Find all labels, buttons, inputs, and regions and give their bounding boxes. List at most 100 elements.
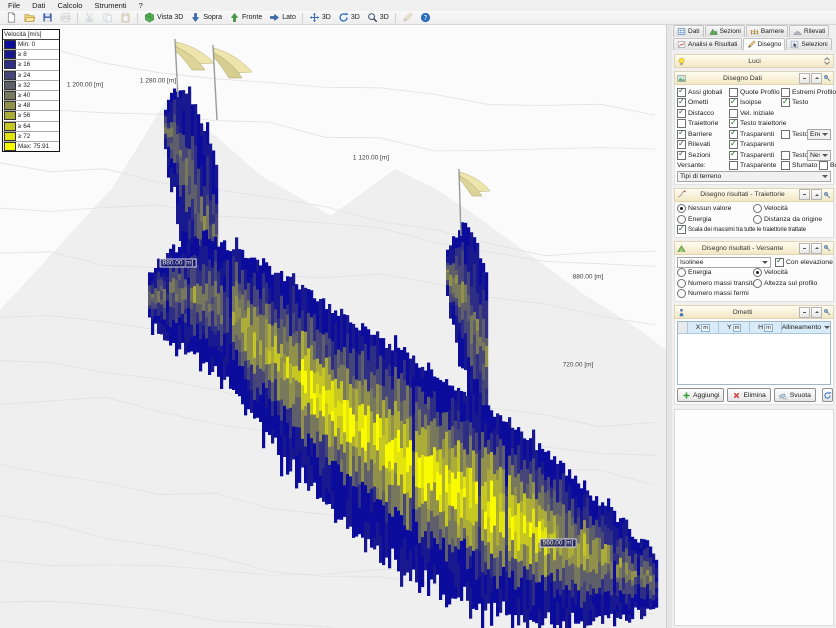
- section-header-ometti[interactable]: Ometti: [674, 305, 834, 319]
- checkbox-assi-globali[interactable]: Assi globali: [677, 88, 729, 97]
- checkbox-scala-dei-massimi-tra-tutte-le-traiettorie-trattate[interactable]: Scala dei massimi tra tutte le traiettor…: [677, 225, 806, 234]
- rollup-button[interactable]: [811, 189, 822, 200]
- elimina-button[interactable]: Elimina: [727, 388, 770, 402]
- checkbox-estremi-profilo[interactable]: Estremi Profilo: [781, 88, 836, 97]
- checkbox-con-elevazione[interactable]: Con elevazione: [775, 258, 833, 267]
- tab-sezioni[interactable]: Sezioni: [705, 25, 745, 37]
- checkbox-vel-iniziale[interactable]: Vel. iniziale: [729, 109, 831, 118]
- checkbox-traiettorie[interactable]: Traiettorie: [677, 119, 729, 128]
- unit-button-y[interactable]: m: [733, 324, 742, 332]
- menu-[interactable]: ?: [133, 0, 149, 11]
- radio-nessun-valore[interactable]: Nessun valore: [677, 204, 753, 213]
- toolbar-button-save[interactable]: [39, 11, 56, 24]
- toolbar-button-print[interactable]: [57, 11, 74, 24]
- column-header-y[interactable]: Y m: [719, 322, 750, 333]
- radio-velocit[interactable]: Velocità: [753, 268, 788, 277]
- checkbox-quote-profilo[interactable]: Quote Profilo: [729, 88, 781, 97]
- toolbar-button-help[interactable]: ?: [417, 11, 434, 24]
- toolbar-button-sopra[interactable]: Sopra: [187, 11, 225, 24]
- rollup-button[interactable]: [811, 307, 822, 318]
- rollup-button[interactable]: [811, 243, 822, 254]
- row-selector-header: [678, 322, 688, 333]
- combo-energia[interactable]: Energia: [807, 129, 831, 140]
- collapse-button[interactable]: [799, 189, 810, 200]
- toolbar-button-cut[interactable]: [81, 11, 98, 24]
- checkbox-testo[interactable]: Testo: [781, 151, 807, 160]
- toolbar-button-fronte[interactable]: Fronte: [226, 11, 265, 24]
- checkbox-testo[interactable]: Testo: [781, 130, 807, 139]
- menu-dati[interactable]: Dati: [26, 0, 51, 11]
- checkbox-label: Bordi: [830, 162, 836, 169]
- ometti-table-rows[interactable]: [678, 334, 830, 384]
- tab-analisi-e-risultati[interactable]: Analisi e Risultati: [673, 38, 742, 50]
- toolbar-button-new[interactable]: [3, 11, 20, 24]
- section-header-traiettorie[interactable]: Disegno risultati - Traiettorie: [674, 188, 834, 202]
- pin-icon[interactable]: [823, 244, 831, 252]
- section-header-versante[interactable]: Disegno risultati - Versante: [674, 241, 834, 255]
- checkbox-ometti[interactable]: Ometti: [677, 98, 729, 107]
- toolbar-button-rotate-3d[interactable]: 3D: [335, 11, 363, 24]
- checkbox-testo-traiettorie[interactable]: Testo traiettorie: [729, 119, 831, 128]
- tab-rilevati[interactable]: Rilevati: [789, 25, 829, 37]
- toolbar-button-copy[interactable]: [99, 11, 116, 24]
- toolbar-button-edit[interactable]: [399, 11, 416, 24]
- refresh-button[interactable]: [822, 388, 833, 402]
- checkbox-trasparenti[interactable]: Trasparenti: [729, 130, 781, 139]
- viewport-3d[interactable]: 1 200.00 [m]1 280.00 [m]1 120.00 [m]880.…: [0, 24, 666, 628]
- checkbox-trasparente[interactable]: Trasparente: [729, 161, 781, 170]
- menu-file[interactable]: File: [2, 0, 26, 11]
- radio-velocit[interactable]: Velocità: [753, 204, 788, 213]
- toolbar-button-lato[interactable]: Lato: [266, 11, 299, 24]
- section-header-luci[interactable]: Luci: [674, 54, 834, 68]
- checkbox-bordi[interactable]: Bordi: [819, 161, 836, 170]
- toolbar-button-pan-3d[interactable]: 3D: [306, 11, 334, 24]
- radio-numero-massi-fermi[interactable]: Numero massi fermi: [677, 289, 749, 298]
- checkbox-rilevati[interactable]: Rilevati: [677, 140, 729, 149]
- pin-icon[interactable]: [823, 308, 831, 316]
- checkbox-barriere[interactable]: Barriere: [677, 130, 729, 139]
- column-header-x[interactable]: X m: [688, 322, 719, 333]
- toolbar-button-open[interactable]: [21, 11, 38, 24]
- tab-label: Rilevati: [804, 28, 825, 35]
- radio-energia[interactable]: Energia: [677, 268, 753, 277]
- tab-dati[interactable]: Dati: [673, 25, 704, 37]
- checkbox-distacco[interactable]: Distacco: [677, 109, 729, 118]
- column-header-h[interactable]: H m: [750, 322, 781, 333]
- svuota-button[interactable]: Svuota: [774, 388, 816, 402]
- collapse-button[interactable]: [799, 307, 810, 318]
- combo-tipi-di-terreno[interactable]: Tipi di terreno: [677, 171, 831, 182]
- section-header-disegno-dati[interactable]: Disegno Dati: [674, 71, 834, 85]
- toolbar-button-zoom-3d[interactable]: 3D: [364, 11, 392, 24]
- checkbox-trasparenti[interactable]: Trasparenti: [729, 140, 831, 149]
- checkbox-sfumato[interactable]: Sfumato: [781, 161, 819, 170]
- expand-section-icon[interactable]: [823, 57, 831, 65]
- radio-altezza-sul-profilo[interactable]: Altezza sul profilo: [753, 279, 817, 288]
- tab-selezioni[interactable]: Selezioni: [786, 38, 831, 50]
- aggiungi-button[interactable]: Aggiungi: [677, 388, 724, 402]
- collapse-button[interactable]: [799, 73, 810, 84]
- checkbox-testo[interactable]: Testo: [781, 98, 831, 107]
- checkbox-isoipse[interactable]: Isoipse: [729, 98, 781, 107]
- legend-title: Velocità [m/s]: [3, 30, 59, 40]
- radio-energia[interactable]: Energia: [677, 215, 753, 224]
- menu-strumenti[interactable]: Strumenti: [88, 0, 132, 11]
- pin-icon[interactable]: [823, 74, 831, 82]
- radio-distanza-da-origine[interactable]: Distanza da origine: [753, 215, 822, 224]
- tab-disegno[interactable]: Disegno: [743, 38, 786, 50]
- checkbox-trasparenti[interactable]: Trasparenti: [729, 151, 781, 160]
- pin-icon[interactable]: [823, 191, 831, 199]
- radio-numero-massi-transitati[interactable]: Numero massi transitati: [677, 279, 753, 288]
- menu-calcolo[interactable]: Calcolo: [51, 0, 88, 11]
- rollup-button[interactable]: [811, 73, 822, 84]
- toolbar-button-vista-3d[interactable]: Vista 3D: [141, 11, 186, 24]
- checkbox-sezioni[interactable]: Sezioni: [677, 151, 729, 160]
- collapse-button[interactable]: [799, 243, 810, 254]
- tab-barriere[interactable]: Barriere: [746, 25, 788, 37]
- combo-isolinee[interactable]: Isolinee: [677, 257, 771, 268]
- unit-button-h[interactable]: m: [764, 324, 773, 332]
- unit-button-x[interactable]: m: [701, 324, 710, 332]
- combo-nessuno[interactable]: Nessuno: [807, 150, 831, 161]
- ometti-buttons: AggiungiElimina Svuota: [677, 388, 831, 402]
- column-header-allineamento[interactable]: Allineamento: [782, 322, 830, 333]
- toolbar-button-paste[interactable]: [117, 11, 134, 24]
